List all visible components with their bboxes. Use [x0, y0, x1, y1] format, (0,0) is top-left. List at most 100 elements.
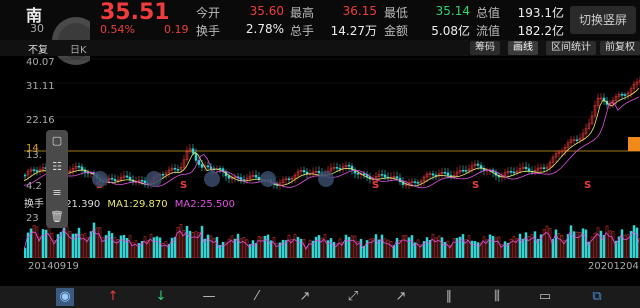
volume-bar — [41, 229, 45, 258]
volume-bar — [596, 227, 600, 258]
stat-label-amount: 金额 — [384, 24, 409, 38]
stat-value-low: 35.14 — [435, 4, 470, 18]
trash-icon[interactable]: 🗑 — [50, 210, 64, 224]
rect-icon[interactable]: ▭ — [536, 288, 554, 306]
candle-body — [338, 168, 342, 170]
candle-body — [302, 170, 306, 173]
y-tick-3: 22.16 — [26, 115, 55, 126]
quote-header: 南 30 35.51 0.54% 0.19 今开 35.60 最高 36.15 … — [0, 0, 640, 40]
expand-icon[interactable]: ⧉ — [588, 288, 606, 306]
volume-bar — [122, 234, 126, 258]
current-price: 35.51 — [100, 0, 170, 25]
volume-bar — [467, 235, 471, 258]
volume-bar — [65, 226, 69, 258]
candle-body — [305, 171, 309, 175]
volume-bar — [488, 234, 492, 258]
candle-body — [200, 164, 204, 168]
volume-bar — [611, 231, 615, 258]
diagonal-icon[interactable]: ⁄ — [248, 288, 266, 306]
cross-icon[interactable]: ⤢ — [344, 288, 362, 306]
volume-bar — [446, 240, 450, 258]
volume-bar — [332, 241, 336, 258]
volume-bar — [494, 237, 498, 258]
volume-bar — [431, 233, 435, 258]
channel-icon[interactable]: ⫼ — [488, 288, 506, 306]
stat-label-low: 最低 — [384, 6, 409, 20]
stat-label-float: 流值 — [476, 24, 501, 38]
up-arrow-icon[interactable]: ↑ — [104, 288, 122, 306]
down-arrow-icon[interactable]: ↓ — [152, 288, 170, 306]
eye-icon[interactable]: ◉ — [56, 288, 74, 306]
change-percent: 0.54% — [100, 23, 135, 36]
volume-bar — [95, 227, 99, 258]
candle-body — [413, 181, 417, 183]
grid-icon[interactable]: ☷ — [50, 160, 64, 174]
candle-body — [512, 171, 516, 174]
volume-bar — [149, 233, 153, 258]
volume-bar — [209, 235, 213, 258]
volume-bar — [470, 240, 474, 258]
candle-body — [356, 172, 360, 175]
switch-portrait-button[interactable]: 切换竖屏 — [570, 6, 636, 34]
sell-marker: S — [372, 180, 379, 190]
adjust-label[interactable]: 不复 — [28, 41, 48, 56]
candle-body — [161, 174, 165, 176]
period-label[interactable]: 日K — [70, 41, 87, 56]
change-amount: 0.19 — [164, 23, 189, 36]
volume-bar — [584, 229, 588, 258]
volume-bar — [134, 240, 138, 258]
volume-y-tick: 23 — [26, 213, 39, 224]
square-icon[interactable]: ▢ — [50, 134, 64, 148]
kline-chart[interactable]: SSSSS — [24, 57, 640, 190]
volume-bar — [71, 233, 75, 258]
drawing-handle — [146, 171, 162, 187]
candle-body — [443, 171, 447, 174]
volume-bar — [272, 237, 276, 258]
volume-bar — [482, 236, 486, 258]
volume-bar — [266, 234, 270, 258]
candle-body — [125, 175, 129, 178]
candle-body — [113, 179, 117, 181]
volume-bar — [113, 237, 117, 258]
volume-bar — [92, 222, 96, 258]
volume-bar — [437, 235, 441, 258]
volume-bar — [50, 232, 54, 258]
volume-bar — [317, 235, 321, 258]
candle-body — [476, 163, 480, 166]
candle-body — [143, 180, 147, 184]
line-icon[interactable]: — — [200, 288, 218, 306]
candle-body — [380, 174, 384, 176]
volume-bar — [302, 238, 306, 258]
stat-label-turnover: 换手 — [196, 24, 221, 38]
stat-value-high: 36.15 — [342, 4, 377, 18]
volume-bar — [77, 227, 81, 258]
volume-bar — [476, 242, 480, 258]
volume-bar — [581, 228, 585, 258]
volume-bar — [557, 233, 561, 258]
volume-bar — [35, 226, 39, 258]
volume-bar — [410, 235, 414, 258]
ray-icon[interactable]: ↗ — [296, 288, 314, 306]
volume-bar — [107, 230, 111, 258]
start-date: 20140919 — [28, 261, 79, 272]
sell-marker: S — [584, 180, 591, 190]
volume-chart[interactable] — [24, 208, 640, 258]
range-stats-button[interactable]: 区间统计 — [546, 41, 596, 55]
volume-bar — [191, 232, 195, 258]
chips-button[interactable]: 筹码 — [470, 41, 500, 55]
candle-body — [362, 173, 366, 175]
volume-bar — [143, 236, 147, 258]
end-date: 20201204 — [588, 261, 639, 272]
volume-bar — [452, 238, 456, 258]
drawing-handle — [318, 171, 334, 187]
candle-body — [173, 167, 177, 170]
pre-adjust-button[interactable]: 前复权 — [600, 41, 640, 55]
volume-bar — [440, 237, 444, 258]
draw-line-button[interactable]: 画线 — [508, 41, 538, 55]
chart-toolbar: 不复 日K 筹码 画线 区间统计 前复权 — [0, 40, 640, 56]
parallel-icon[interactable]: ∥ — [440, 288, 458, 306]
sell-marker: S — [472, 180, 479, 190]
volume-bar — [473, 241, 477, 258]
list-icon[interactable]: ≡ — [50, 186, 64, 200]
arrow-icon[interactable]: ↗ — [392, 288, 410, 306]
